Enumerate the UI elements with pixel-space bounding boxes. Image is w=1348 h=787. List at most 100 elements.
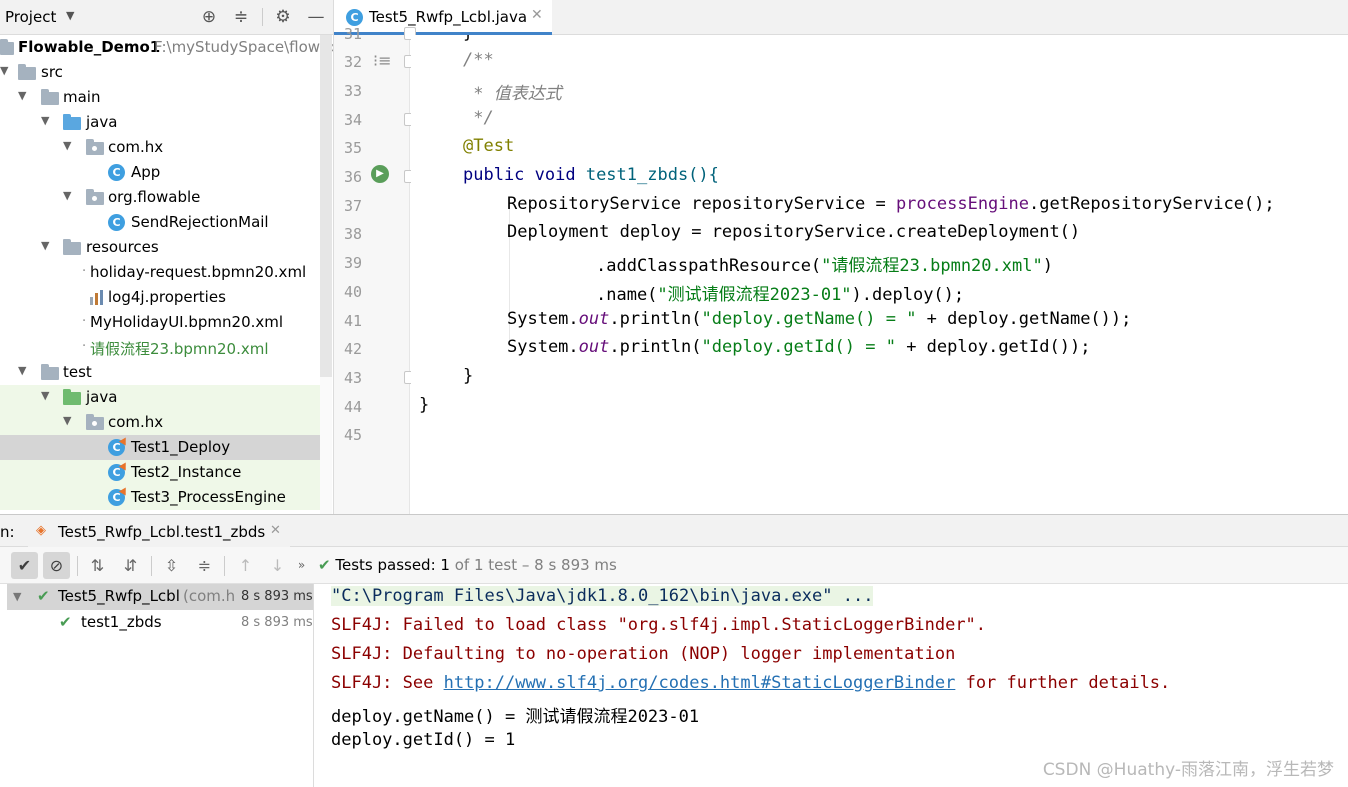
tree-item-qingjia-bpmn[interactable]: · 请假流程23.bpmn20.xml — [0, 335, 333, 360]
test-class-icon: C — [108, 439, 125, 456]
close-icon[interactable]: ✕ — [270, 523, 281, 538]
tree-item-package-com-hx[interactable]: ▼ com.hx — [0, 135, 333, 160]
code-text: + deploy.getName()); — [916, 309, 1132, 329]
code-line-38: Deployment deploy = repositoryService.cr… — [507, 222, 1081, 242]
tree-item-label: test — [63, 363, 92, 381]
check-icon: ✔ — [318, 556, 331, 574]
tree-item-test-package-com-hx[interactable]: ▼ com.hx — [0, 410, 320, 435]
locate-icon[interactable]: ⊕ — [198, 6, 220, 28]
tree-item-test1-deploy[interactable]: C Test1_Deploy — [0, 435, 332, 460]
line-number: 34 — [343, 111, 362, 129]
test-row-method[interactable]: ✔ test1_zbds 8 s 893 ms — [7, 610, 313, 636]
tree-item-test[interactable]: ▼ test — [0, 360, 333, 385]
expand-all-icon[interactable]: ⇳ — [158, 552, 185, 579]
code-keyword: public void — [463, 165, 576, 185]
code-line-34: */ — [463, 108, 494, 128]
collapse-all-icon[interactable]: ≑ — [191, 552, 218, 579]
test-class-package: (com.h — [183, 587, 236, 605]
watermark: CSDN @Huathy-雨落江南，浮生若梦 — [1042, 760, 1334, 780]
chevron-down-icon[interactable]: ▼ — [66, 9, 74, 22]
project-scrollbar-thumb[interactable] — [320, 35, 332, 377]
run-test-gutter-icon[interactable]: ▶ — [371, 165, 389, 183]
tree-item-label: 请假流程23.bpmn20.xml — [90, 340, 269, 358]
line-number: 40 — [343, 283, 362, 301]
collapse-all-icon[interactable]: ≑ — [230, 6, 252, 28]
tree-item-label: org.flowable — [108, 188, 201, 206]
tree-item-app[interactable]: C App — [0, 160, 333, 185]
folder-icon — [41, 89, 59, 105]
show-ignored-icon[interactable]: ⊘ — [43, 552, 70, 579]
code-string: "deploy.getName() = " — [701, 309, 917, 329]
console-link[interactable]: http://www.slf4j.org/codes.html#StaticLo… — [444, 673, 956, 693]
code-text: RepositoryService repositoryService = — [507, 194, 896, 214]
previous-failed-icon[interactable]: ↑ — [232, 552, 259, 579]
tree-item-test-java[interactable]: ▼ java — [0, 385, 320, 410]
tree-item-label: resources — [86, 238, 159, 256]
console-error-line: SLF4J: Defaulting to no-operation (NOP) … — [331, 644, 956, 664]
folder-icon — [18, 64, 36, 80]
tree-item-label: main — [63, 88, 101, 106]
code-line-43: } — [463, 366, 474, 386]
class-icon: C — [346, 9, 363, 26]
tree-item-myholidayui[interactable]: · MyHolidayUI.bpmn20.xml — [0, 310, 333, 335]
console-text: SLF4J: See — [331, 673, 444, 693]
console-error-line: SLF4J: See http://www.slf4j.org/codes.ht… — [331, 673, 1170, 693]
tree-item-sendrejectionmail[interactable]: C SendRejectionMail — [0, 210, 333, 235]
code-field: processEngine — [895, 194, 1029, 214]
code-line-39: .addClasspathResource("请假流程23.bpmn20.xml… — [596, 251, 1053, 276]
run-toolbar: ✔ ⊘ ⇅ ⇵ ⇳ ≑ ↑ ↓ » ✔ Tests passed: 1 of 1… — [0, 547, 1348, 584]
close-icon[interactable]: ✕ — [531, 7, 543, 23]
line-number: 37 — [343, 197, 362, 215]
test-class-label: Test5_Rwfp_Lcbl — [58, 587, 180, 605]
code-text: System. — [507, 337, 579, 357]
source-folder-icon — [63, 114, 81, 130]
next-failed-icon[interactable]: ↓ — [264, 552, 291, 579]
tests-status-count: 1 — [440, 556, 450, 574]
code-text: .name( — [596, 285, 658, 305]
line-number: 42 — [343, 340, 362, 358]
tree-item-test3-processengine[interactable]: C Test3_ProcessEngine — [0, 485, 332, 510]
tree-root-label: Flowable_Demo1 — [18, 38, 161, 56]
test-row-class[interactable]: ▼ ✔ Test5_Rwfp_Lcbl (com.h 8 s 893 ms — [7, 584, 313, 610]
tree-item-resources[interactable]: ▼ resources — [0, 235, 333, 260]
code-text: + deploy.getId()); — [895, 337, 1091, 357]
sort-alphabetically-icon[interactable]: ⇅ — [84, 552, 111, 579]
tree-item-main[interactable]: ▼ main — [0, 85, 333, 110]
tree-item-main-java[interactable]: ▼ java — [0, 110, 333, 135]
editor-tab-test5[interactable]: C Test5_Rwfp_Lcbl.java ✕ — [334, 0, 552, 35]
more-actions-icon[interactable]: » — [288, 552, 315, 579]
code-line-40: .name("测试请假流程2023-01").deploy(); — [596, 280, 964, 305]
code-line-32: /** — [463, 50, 494, 70]
test-method-label: test1_zbds — [81, 613, 162, 631]
editor-gutter: 31 32 33 34 35 36 37 38 39 40 41 42 43 4… — [333, 25, 416, 514]
tree-item-holiday-request[interactable]: · holiday-request.bpmn20.xml — [0, 260, 333, 285]
tests-status: ✔ Tests passed: 1 of 1 test – 8 s 893 ms — [318, 556, 617, 574]
editor-tab-bar: C Test5_Rwfp_Lcbl.java ✕ — [333, 0, 1348, 35]
run-config-icon: ◈ — [36, 523, 46, 538]
code-text: test1_zbds(){ — [575, 165, 719, 185]
code-string: "请假流程23.bpmn20.xml" — [821, 256, 1043, 276]
console-command-line: "C:\Program Files\Java\jdk1.8.0_162\bin\… — [331, 586, 874, 606]
gear-icon[interactable]: ⚙ — [272, 6, 294, 28]
tree-item-test2-instance[interactable]: C Test2_Instance — [0, 460, 332, 485]
code-editor[interactable]: } /** * 值表达式 */ @Test public void test1_… — [411, 35, 1348, 514]
line-number: 35 — [343, 139, 362, 157]
test-source-folder-icon — [63, 389, 81, 405]
sort-by-duration-icon[interactable]: ⇵ — [117, 552, 144, 579]
code-text: .println( — [609, 309, 702, 329]
minimize-icon[interactable]: — — [305, 6, 327, 28]
tree-item-package-org-flowable[interactable]: ▼ org.flowable — [0, 185, 333, 210]
chevron-down-icon[interactable]: ▼ — [13, 590, 21, 603]
class-icon: C — [108, 214, 125, 231]
show-passed-icon[interactable]: ✔ — [11, 552, 38, 579]
tree-item-label: Test2_Instance — [131, 463, 242, 481]
project-scrollbar-track[interactable] — [320, 377, 332, 514]
doc-comment-toggle-icon[interactable]: ⁝≡ — [373, 51, 392, 70]
check-icon: ✔ — [37, 587, 50, 605]
tree-item-log4j[interactable]: log4j.properties — [0, 285, 333, 310]
tree-item-src[interactable]: ▼ src — [0, 60, 333, 85]
project-view-title[interactable]: Project — [5, 8, 56, 26]
module-folder-icon — [0, 39, 14, 55]
tree-item-root[interactable]: ▼ Flowable_Demo1 F:\myStudySpace\flowab — [0, 35, 333, 60]
run-tab-test1-zbds[interactable]: ◈ Test5_Rwfp_Lcbl.test1_zbds ✕ — [28, 515, 290, 548]
